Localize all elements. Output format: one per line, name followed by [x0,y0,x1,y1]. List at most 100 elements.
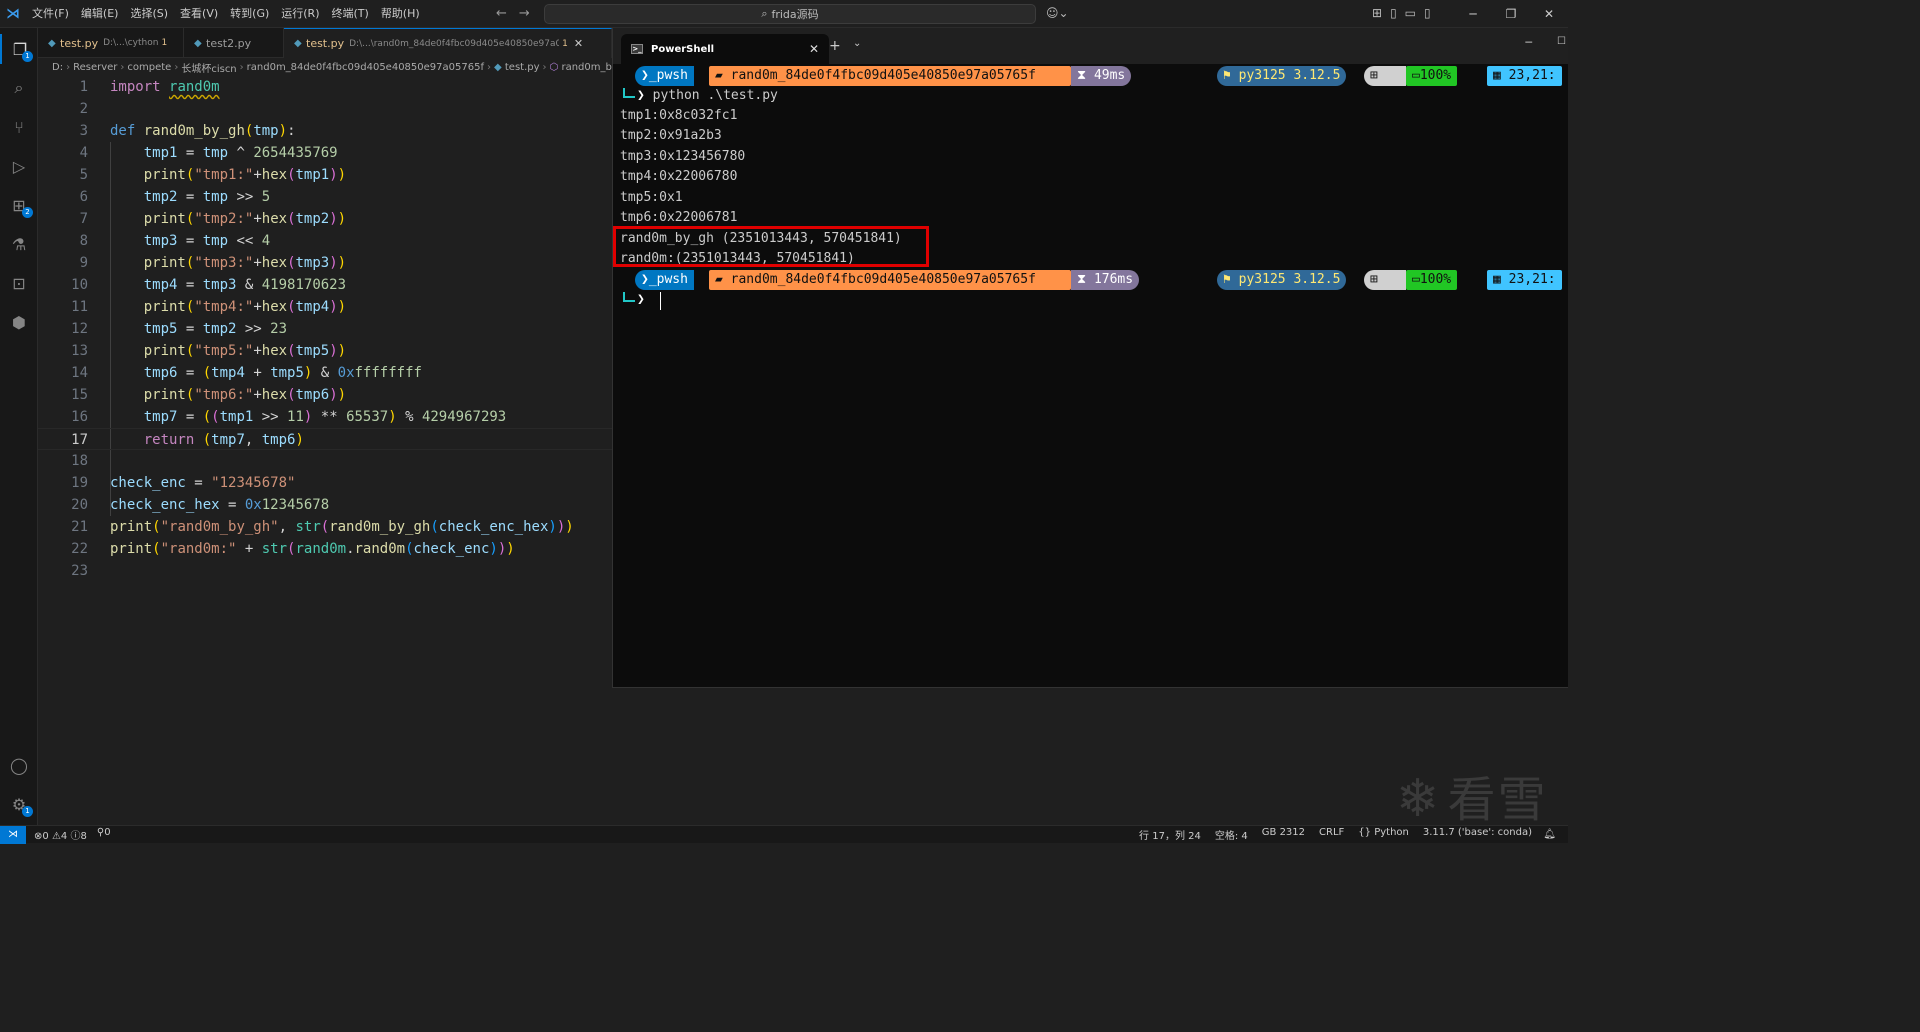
breadcrumb-item[interactable]: test.py [505,62,540,73]
command-center-search[interactable]: ⌕ frida源码 [544,4,1036,24]
menu-edit[interactable]: 编辑(E) [75,0,125,28]
notifications-bell-icon[interactable]: 🔔︎ [1543,829,1556,840]
python-file-icon: ◆ [194,37,202,49]
search-icon: ⌕ [761,7,768,20]
close-tab-icon[interactable]: ✕ [574,37,583,50]
code-line: 11 print("tmp4:"+hex(tmp4)) [71,299,347,315]
status-bar: ⋊ ⊗0 ⚠4 ⓘ8 ⚲0 行 17，列 24 空格: 4 GB 2312 CR… [0,825,1568,844]
toggle-sidebar-icon[interactable]: ▯ [1390,6,1397,20]
breadcrumb-item[interactable]: Reserver [73,62,117,73]
breadcrumb-item[interactable]: rand0m_84de0f4fbc09d405e40850e97a05765f [247,62,484,73]
status-left: ⊗0 ⚠4 ⓘ8 ⚲0 [34,827,111,842]
accounts-icon[interactable]: ◯ [0,750,38,780]
code-line: 1 import rand0m [79,79,220,95]
breadcrumb-item[interactable]: 长城杯ciscn [181,60,236,75]
python-interpreter[interactable]: 3.11.7 ('base': conda) [1423,827,1532,842]
code-line: 6 tmp2 = tmp >> 5 [79,189,271,205]
code-line: 23 [71,563,88,579]
code-line-current: 17 return (tmp7, tmp6) [38,428,612,450]
terminal-output-line: tmp1:0x8c032fc1 [620,108,738,123]
title-bar: ⋊ 文件(F) 编辑(E) 选择(S) 查看(V) 转到(G) 运行(R) 终端… [0,0,1568,28]
terminal-maximize-icon[interactable]: ☐ [1557,36,1566,47]
tab-dropdown-chevron-icon[interactable]: ⌄ [853,38,861,49]
menu-go[interactable]: 转到(G) [224,0,275,28]
line-endings[interactable]: CRLF [1319,827,1344,842]
new-tab-plus-icon[interactable]: + [829,38,841,54]
prompt-os-segment: ⊞ [1364,66,1406,86]
menu-help[interactable]: 帮助(H) [375,0,426,28]
menu-file[interactable]: 文件(F) [26,0,75,28]
status-right: 行 17，列 24 空格: 4 GB 2312 CRLF {} Python 3… [1139,827,1532,842]
code-line: 3 def rand0m_by_gh(tmp): [79,123,296,139]
indentation[interactable]: 空格: 4 [1215,827,1248,842]
python-file-icon: ◆ [48,37,56,49]
manage-gear-icon[interactable]: ⚙ 1 [0,789,38,819]
extensions-badge: 2 [22,207,33,218]
tab-test-py-cython[interactable]: ◆ test.py D:\...\cython 1 [38,28,184,58]
breadcrumb-item[interactable]: rand0m_by_ [561,62,612,73]
close-window-icon[interactable]: ✕ [1530,0,1568,28]
toggle-panel-icon[interactable]: ▭ [1405,6,1416,20]
menu-selection[interactable]: 选择(S) [124,0,174,28]
info-icon: ⓘ [70,831,81,842]
editor-tabs: ◆ test.py D:\...\cython 1 ◆ test2.py ◆ t… [38,28,612,58]
terminal-output-line: tmp4:0x22006780 [620,169,738,184]
tab-problem-count: 1 [562,38,568,49]
toggle-secondary-sidebar-icon[interactable]: ▯ [1424,6,1431,20]
code-line: 12 tmp5 = tmp2 >> 23 [71,321,288,337]
prompt-battery-segment: ▭100% [1406,66,1458,86]
prompt-corner-icon [623,88,635,98]
forward-arrow-icon[interactable]: → [519,6,530,21]
source-control-icon[interactable]: ⑂ [0,112,38,142]
terminal-output[interactable]: ❯_pwsh ▰ rand0m_84de0f4fbc09d405e40850e9… [613,64,1569,688]
terminal-command-line: ❯ python .\test.py [637,88,778,103]
terminal-tab-powershell[interactable]: >_ PowerShell ✕ [621,34,829,64]
menu-terminal[interactable]: 终端(T) [326,0,375,28]
code-line: 2 [79,101,88,117]
code-line: 7 print("tmp2:"+hex(tmp2)) [79,211,347,227]
close-terminal-tab-icon[interactable]: ✕ [809,42,819,56]
ports-indicator[interactable]: ⚲0 [97,827,111,842]
cursor-position[interactable]: 行 17，列 24 [1139,827,1201,842]
customize-layout-icon[interactable]: ⊞ [1372,6,1382,20]
tab-test2-py[interactable]: ◆ test2.py [184,28,284,58]
menu-bar: 文件(F) 编辑(E) 选择(S) 查看(V) 转到(G) 运行(R) 终端(T… [26,0,426,28]
extensions-icon[interactable]: ⊞ 2 [0,190,38,220]
function-symbol-icon: ⬡ [549,61,559,73]
explorer-icon[interactable]: ❐ 1 [0,34,38,64]
prompt-shell-segment: ❯_pwsh [635,270,694,290]
docker-icon[interactable]: ⬢ [0,307,38,337]
run-debug-icon[interactable]: ▷ [0,151,38,181]
terminal-minimize-icon[interactable]: ─ [1525,36,1532,49]
nav-arrows: ← → [496,6,530,21]
language-mode[interactable]: {} Python [1358,827,1409,842]
back-arrow-icon[interactable]: ← [496,6,507,21]
breadcrumb-item[interactable]: D: [52,62,63,73]
code-line: 16 tmp7 = ((tmp1 >> 11) ** 65537) % 4294… [71,409,507,425]
prompt-shell-segment: ❯_pwsh [635,66,694,86]
breadcrumb-item[interactable]: compete [127,62,171,73]
testing-icon[interactable]: ⚗ [0,229,38,259]
menu-run[interactable]: 运行(R) [275,0,325,28]
tab-test-py-rand0m[interactable]: ◆ test.py D:\...\rand0m_84de0f4fbc09d405… [284,28,612,58]
remote-indicator-icon[interactable]: ⋊ [0,825,26,844]
red-highlight-box [613,226,929,267]
prompt-folder-segment: ▰ rand0m_84de0f4fbc09d405e40850e97a05765… [709,270,1071,290]
minimize-icon[interactable]: ─ [1454,0,1492,28]
file-encoding[interactable]: GB 2312 [1262,827,1305,842]
braces-icon: {} [1358,827,1372,838]
prompt-corner-icon [623,292,635,302]
prompt-date-segment: ▦ 23,21: [1487,270,1562,290]
problems-indicator[interactable]: ⊗0 ⚠4 ⓘ8 [34,827,87,842]
code-editor[interactable]: 1 import rand0m 2 3 def rand0m_by_gh(tmp):… [38,76,612,825]
prompt-python-segment: ⚑ py3125 3.12.5 [1217,270,1347,290]
code-line: 18 [71,453,88,469]
code-line: 19 check_enc = "12345678" [71,475,296,491]
remote-explorer-icon[interactable]: ⊡ [0,268,38,298]
warning-icon: ⚠ [51,831,61,842]
menu-view[interactable]: 查看(V) [174,0,224,28]
restore-icon[interactable]: ❐ [1492,0,1530,28]
prompt-line: ❯_pwsh ▰ rand0m_84de0f4fbc09d405e40850e9… [613,64,1569,88]
search-view-icon[interactable]: ⌕ [0,73,38,103]
copilot-icon[interactable]: ☺⌄ [1046,6,1069,20]
